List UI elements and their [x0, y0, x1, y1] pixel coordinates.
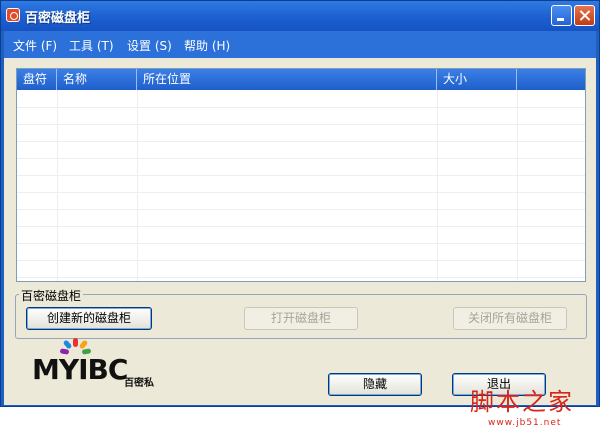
- menu-bar: 文件 (F) 工具 (T) 设置 (S) 帮助 (H): [4, 31, 596, 57]
- minimize-button[interactable]: [551, 5, 572, 26]
- list-body: [17, 90, 585, 281]
- grid-row-line: [17, 141, 585, 142]
- close-button[interactable]: [574, 5, 595, 26]
- client-area: 文件 (F) 工具 (T) 设置 (S) 帮助 (H) 盘符 名称 所在位置 大…: [4, 31, 596, 428]
- column-drive-letter[interactable]: 盘符: [17, 69, 57, 90]
- cabinet-app-icon: [6, 8, 20, 22]
- logo-petal: [73, 338, 78, 347]
- watermark-url: www.jb51.net: [488, 418, 562, 428]
- menu-settings[interactable]: 设置 (S): [127, 37, 172, 54]
- brand-logo: MYIBC 百密私: [32, 338, 172, 398]
- grid-column-line: [137, 90, 138, 281]
- grid-row-line: [17, 158, 585, 159]
- grid-row-line: [17, 260, 585, 261]
- group-title: 百密磁盘柜: [19, 287, 84, 304]
- close-all-cabinets-button[interactable]: 关闭所有磁盘柜: [453, 307, 567, 330]
- create-cabinet-button[interactable]: 创建新的磁盘柜: [26, 307, 152, 330]
- watermark-text: 脚本之家: [470, 388, 574, 416]
- app-window: 百密磁盘柜 文件 (F) 工具 (T) 设置 (S) 帮助 (H) 盘符 名称 …: [0, 0, 600, 428]
- hide-button[interactable]: 隐藏: [328, 373, 422, 396]
- cabinet-group: 百密磁盘柜 创建新的磁盘柜 打开磁盘柜 关闭所有磁盘柜: [15, 287, 587, 339]
- logo-subtitle: 百密私: [124, 378, 154, 389]
- grid-row-line: [17, 277, 585, 278]
- window-title: 百密磁盘柜: [25, 11, 91, 26]
- menu-file[interactable]: 文件 (F): [13, 37, 57, 54]
- list-header: 盘符 名称 所在位置 大小: [17, 69, 585, 90]
- grid-row-line: [17, 192, 585, 193]
- grid-row-line: [17, 226, 585, 227]
- grid-row-line: [17, 175, 585, 176]
- grid-row-line: [17, 124, 585, 125]
- column-filler: [517, 69, 585, 90]
- grid-row-line: [17, 107, 585, 108]
- menu-help[interactable]: 帮助 (H): [184, 37, 230, 54]
- grid-column-line: [57, 90, 58, 281]
- menu-tools[interactable]: 工具 (T): [69, 37, 114, 54]
- column-location[interactable]: 所在位置: [137, 69, 437, 90]
- grid-row-line: [17, 243, 585, 244]
- logo-text: MYIBC: [32, 353, 128, 386]
- grid-row-line: [17, 209, 585, 210]
- column-name[interactable]: 名称: [57, 69, 137, 90]
- column-size[interactable]: 大小: [437, 69, 517, 90]
- title-bar[interactable]: 百密磁盘柜: [1, 1, 599, 31]
- open-cabinet-button[interactable]: 打开磁盘柜: [244, 307, 358, 330]
- grid-column-line: [517, 90, 518, 281]
- grid-column-line: [437, 90, 438, 281]
- cabinet-list[interactable]: 盘符 名称 所在位置 大小: [16, 68, 586, 282]
- content-panel: 盘符 名称 所在位置 大小 百密磁盘柜 创建新的磁盘柜 打开磁盘柜 关闭所有磁盘…: [4, 58, 596, 428]
